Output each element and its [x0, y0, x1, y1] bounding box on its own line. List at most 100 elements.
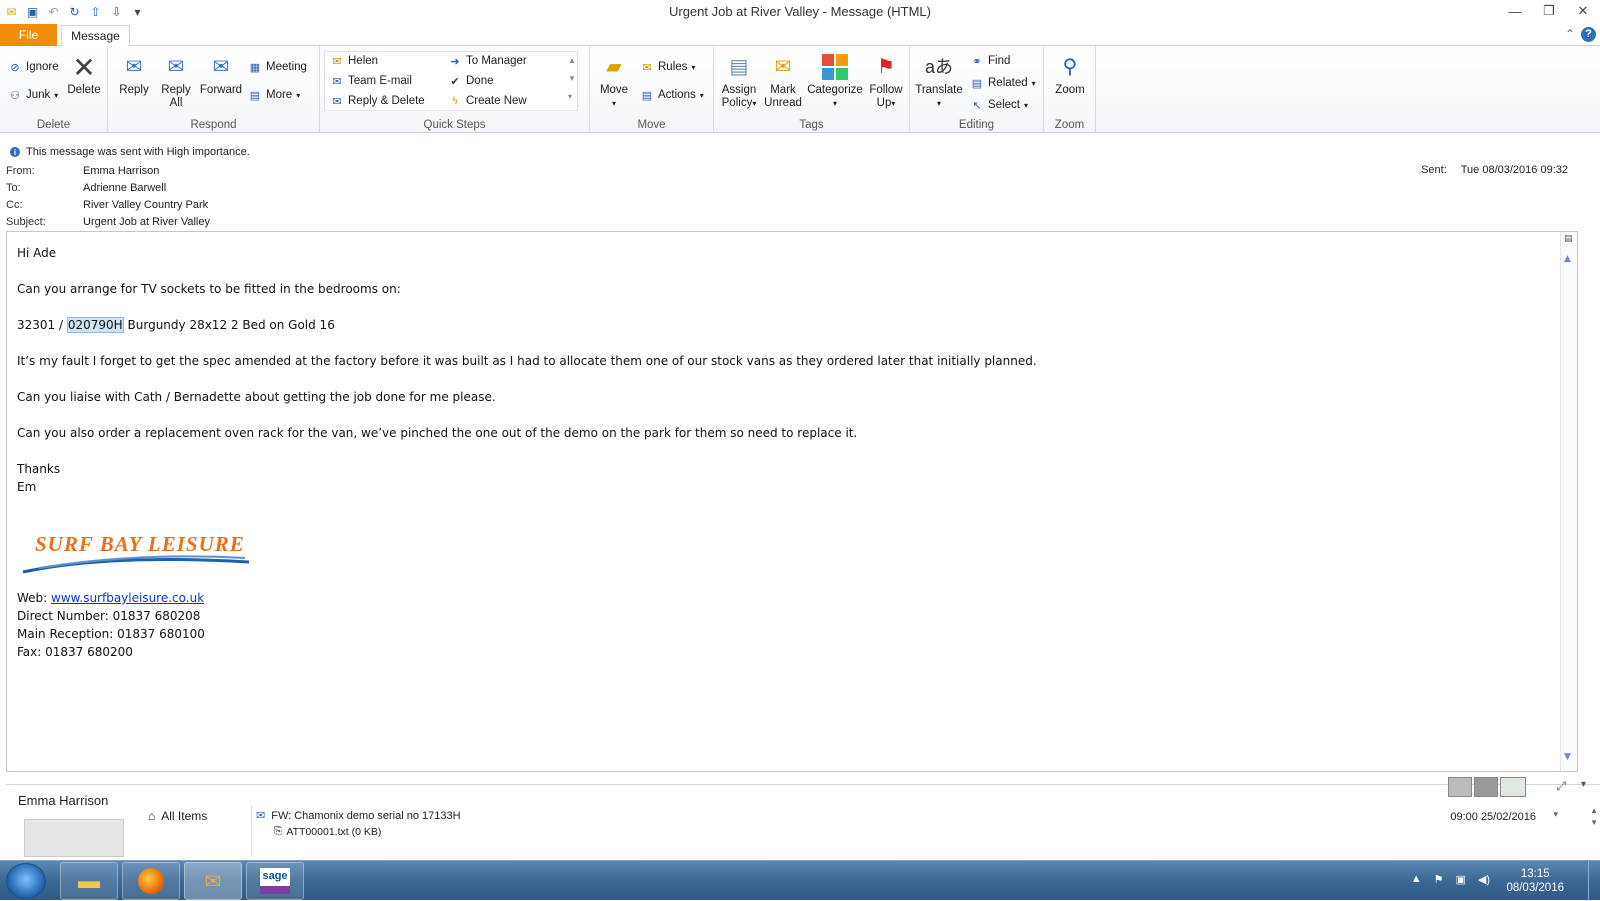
item-date: 09:00 25/02/2016 — [1450, 811, 1536, 823]
subject-row: Subject: Urgent Job at River Valley — [6, 216, 210, 228]
quick-steps-scroll[interactable]: ▲ ▼ ▾ — [568, 52, 576, 106]
help-icon[interactable]: ? — [1581, 27, 1596, 42]
find-button[interactable]: ⚭ Find — [970, 54, 1010, 68]
clock[interactable]: 13:15 08/03/2016 — [1506, 867, 1564, 895]
expand-icon[interactable]: ⤢ — [1556, 779, 1566, 794]
rules-button[interactable]: ✉ Rules ▾ — [640, 60, 695, 74]
mark-unread-button[interactable]: ✉ Mark Unread — [762, 52, 804, 110]
move-folder-icon: ▰ — [606, 55, 622, 78]
move-button[interactable]: ▰ Move ▾ — [594, 52, 634, 110]
people-pane-name: Emma Harrison — [18, 793, 109, 808]
avatar[interactable] — [1474, 777, 1498, 797]
quickstep-helen[interactable]: ✉ Helen — [330, 54, 378, 68]
select-button[interactable]: ↖ Select ▾ — [970, 98, 1028, 112]
redo-icon[interactable]: ↻ — [67, 5, 82, 20]
attachment-item[interactable]: ⎘ ATT00001.txt (0 KB) — [274, 825, 381, 838]
categorize-icon — [820, 52, 850, 82]
people-pane-item[interactable]: ✉ FW: Chamonix demo serial no 17133H — [256, 809, 461, 823]
categorize-button[interactable]: Categorize ▾ — [806, 52, 864, 110]
avatar[interactable] — [1500, 777, 1526, 797]
respond-group: ✉ Reply ✉ Reply All ✉ Forward ▦ Meeting ▤ More… — [108, 46, 320, 133]
assign-policy-button[interactable]: ▤ Assign Policy▾ — [718, 52, 760, 110]
related-button[interactable]: ▤ Related ▾ — [970, 76, 1036, 90]
avatar[interactable] — [1448, 777, 1472, 797]
quickstep-team-email[interactable]: ✉ Team E-mail — [330, 74, 412, 88]
magnifier-icon: ⚲ — [1062, 55, 1078, 78]
show-desktop-button[interactable] — [1588, 861, 1600, 901]
sender-name[interactable]: Emma Harrison — [83, 165, 159, 177]
forward-mail-icon: ✉ — [332, 55, 342, 68]
related-icon: ▤ — [971, 77, 983, 90]
follow-up-button[interactable]: ⚑ Follow Up▾ — [864, 52, 908, 110]
undo-icon[interactable]: ↶ — [46, 5, 61, 20]
info-icon: i — [10, 147, 20, 157]
scroll-up-icon[interactable]: ▲ — [1564, 254, 1571, 264]
more-button[interactable]: ▤ More ▾ — [248, 88, 300, 102]
delete-icon: ✕ — [72, 51, 96, 83]
start-button[interactable] — [6, 863, 46, 899]
restore-icon[interactable]: ❐ — [1532, 0, 1566, 22]
direct-number: Direct Number: 01837 680208 — [17, 609, 201, 623]
translate-button[interactable]: aあ Translate ▾ — [914, 52, 964, 110]
previous-item-icon[interactable]: ⇧ — [88, 5, 103, 20]
close-icon[interactable]: ✕ — [1566, 0, 1600, 22]
cc-name[interactable]: River Valley Country Park — [83, 199, 208, 211]
people-pane-scroll[interactable]: ▲ ▼ — [1590, 805, 1598, 829]
next-item-icon[interactable]: ⇩ — [109, 5, 124, 20]
reply-all-button[interactable]: ✉ Reply All — [156, 52, 196, 110]
split-icon[interactable]: ▤ — [1564, 234, 1573, 244]
move-group: ▰ Move ▾ ✉ Rules ▾ ▤ Actions ▾ Move — [590, 46, 714, 133]
quickstep-reply-delete[interactable]: ✉ Reply & Delete — [330, 94, 424, 108]
tags-group: ▤ Assign Policy▾ ✉ Mark Unread Categorize ▾ ⚑… — [714, 46, 910, 133]
all-items-tab[interactable]: ⌂ All Items — [148, 809, 207, 823]
action-center-flag-icon[interactable]: ⚑ — [1434, 873, 1444, 886]
zoom-button[interactable]: ⚲ Zoom — [1048, 52, 1092, 97]
recipient-name[interactable]: Adrienne Barwell — [83, 182, 166, 194]
tab-message[interactable]: Message — [61, 25, 130, 47]
reply-button[interactable]: ✉ Reply — [114, 52, 154, 97]
tab-file[interactable]: File — [0, 24, 57, 46]
customize-toolbar-icon[interactable]: ▾ — [130, 5, 145, 20]
taskbar-explorer[interactable]: ▬ — [60, 862, 118, 900]
flag-icon: ⚑ — [877, 55, 895, 78]
vertical-scrollbar[interactable]: ▤ ▲ ▼ — [1560, 232, 1577, 771]
surf-bay-leisure-logo: SURF BAY LEISURE — [19, 528, 259, 580]
binoculars-icon: ⚭ — [972, 55, 982, 68]
chevron-down-icon[interactable]: ▾ — [1581, 779, 1586, 790]
outlook-icon: ✉ — [204, 870, 222, 893]
sign-off-name: Em — [17, 480, 37, 494]
ignore-button[interactable]: ⊘ Ignore — [8, 60, 58, 74]
actions-button[interactable]: ▤ Actions ▾ — [640, 88, 704, 102]
message-body[interactable]: Hi Ade Can you arrange for TV sockets to… — [6, 231, 1578, 772]
taskbar-sage[interactable]: sage — [246, 862, 304, 900]
taskbar-outlook[interactable]: ✉ — [184, 862, 242, 900]
show-hidden-icons-icon[interactable]: ▲ — [1411, 873, 1422, 886]
checkmark-icon: ✔ — [450, 75, 460, 88]
meeting-button[interactable]: ▦ Meeting — [248, 60, 307, 74]
quick-access-toolbar: ✉ ▣ ↶ ↻ ⇧ ⇩ ▾ — [0, 5, 145, 20]
quickstep-create-new[interactable]: ϟ Create New — [448, 94, 527, 108]
delete-button[interactable]: ✕ Delete — [64, 52, 104, 97]
translate-icon: aあ — [924, 56, 953, 77]
website-link[interactable]: www.surfbayleisure.co.uk — [51, 591, 204, 605]
volume-icon[interactable]: ◀) — [1478, 873, 1490, 886]
body-paragraph: Can you liaise with Cath / Bernadette ab… — [17, 390, 496, 404]
minimize-icon[interactable]: — — [1498, 0, 1532, 22]
collapse-ribbon-icon[interactable]: ⌃ — [1565, 27, 1575, 42]
body-paragraph-serial: 32301 / 020790H Burgundy 28x12 2 Bed on … — [17, 317, 335, 333]
forward-mail-icon: ✉ — [256, 810, 266, 822]
save-icon[interactable]: ▣ — [25, 5, 40, 20]
network-icon[interactable]: ▣ — [1455, 873, 1465, 886]
actions-icon: ▤ — [641, 89, 653, 102]
taskbar-firefox[interactable] — [122, 862, 180, 900]
item-dropdown-icon[interactable]: ▾ — [1553, 809, 1558, 820]
quickstep-to-manager[interactable]: ➜ To Manager — [448, 54, 526, 68]
quickstep-done[interactable]: ✔ Done — [448, 74, 493, 88]
junk-button[interactable]: ⚇ Junk ▾ — [8, 88, 58, 102]
contact-photo — [24, 819, 124, 857]
forward-button[interactable]: ✉ Forward — [198, 52, 244, 97]
selected-text[interactable]: 020790H — [66, 317, 124, 333]
fax-number: Fax: 01837 680200 — [17, 645, 133, 659]
scroll-down-icon[interactable]: ▼ — [1564, 752, 1571, 762]
home-icon: ⌂ — [148, 809, 156, 823]
